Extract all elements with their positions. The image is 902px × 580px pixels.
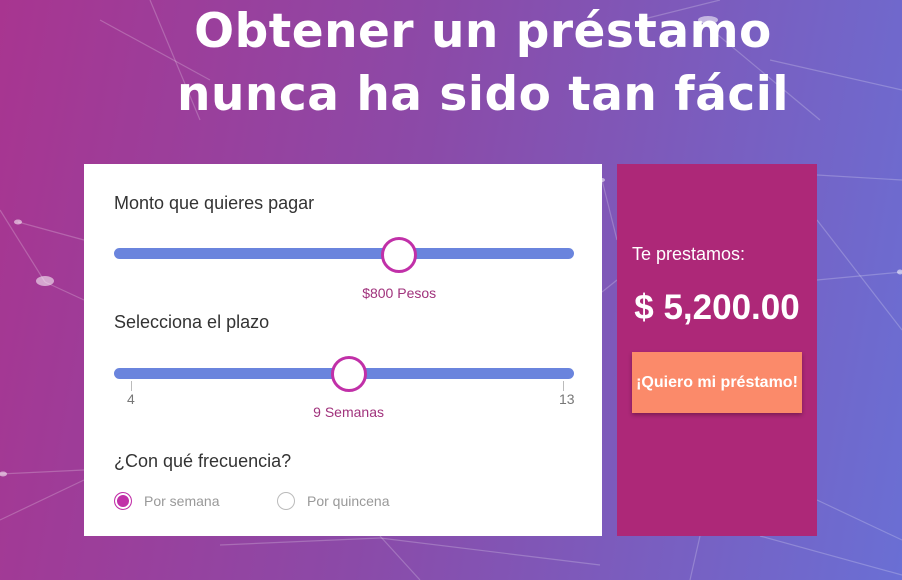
frequency-biweekly-label[interactable]: Por quincena bbox=[307, 493, 390, 509]
term-min-tick bbox=[131, 381, 132, 391]
hero-title-line1: Obtener un préstamo bbox=[194, 4, 772, 59]
hero-title-line2: nunca ha sido tan fácil bbox=[177, 67, 789, 122]
term-slider-label: Selecciona el plazo bbox=[114, 312, 270, 332]
amount-slider-track[interactable] bbox=[114, 248, 574, 259]
amount-slider-label: Monto que quieres pagar bbox=[114, 193, 315, 213]
term-max-label: 13 bbox=[559, 391, 575, 407]
amount-slider-thumb[interactable] bbox=[381, 237, 418, 273]
loan-calculator-card: Monto que quieres pagar $800 Pesos Selec… bbox=[84, 164, 602, 536]
term-max-tick bbox=[563, 381, 564, 391]
term-slider-thumb[interactable] bbox=[330, 356, 367, 392]
amount-slider-value: $800 Pesos bbox=[362, 285, 437, 301]
summary-amount: $ 5,200.00 bbox=[634, 288, 800, 327]
loan-summary-panel: Te prestamos: $ 5,200.00 ¡Quiero mi prés… bbox=[617, 164, 817, 536]
frequency-weekly-radio[interactable] bbox=[114, 492, 132, 510]
hero-title: Obtener un préstamo nunca ha sido tan fá… bbox=[0, 0, 902, 126]
frequency-label: ¿Con qué frecuencia? bbox=[114, 451, 292, 471]
request-loan-button[interactable]: ¡Quiero mi préstamo! bbox=[632, 352, 802, 413]
frequency-weekly-label[interactable]: Por semana bbox=[144, 493, 219, 509]
term-min-label: 4 bbox=[127, 391, 135, 407]
summary-label: Te prestamos: bbox=[632, 244, 746, 264]
frequency-biweekly-radio[interactable] bbox=[277, 492, 295, 510]
term-slider-value: 9 Semanas bbox=[313, 404, 384, 420]
